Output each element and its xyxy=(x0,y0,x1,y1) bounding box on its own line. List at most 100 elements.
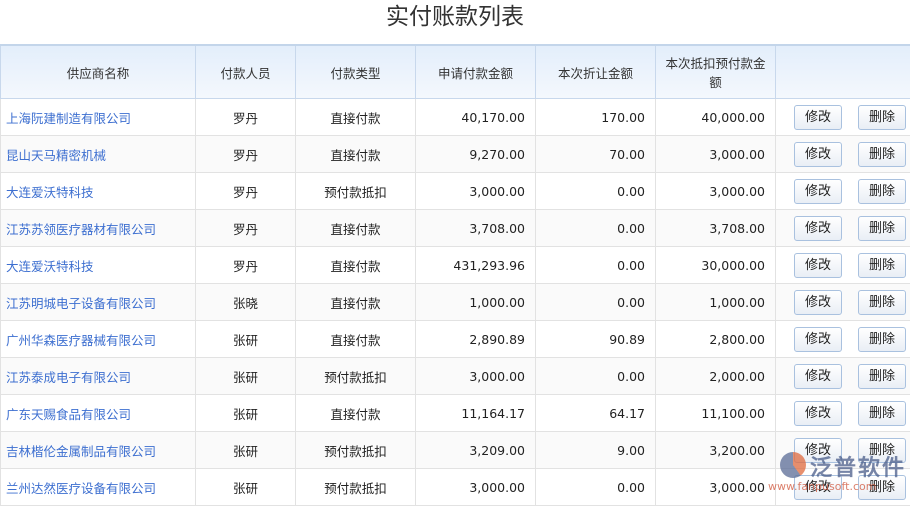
requested-amount-cell: 3,000.00 xyxy=(416,358,536,395)
payer-cell: 张研 xyxy=(196,469,296,506)
payment-type-cell: 预付款抵扣 xyxy=(296,469,416,506)
header-actions xyxy=(776,45,910,99)
table-row: 兰州达然医疗设备有限公司张研预付款抵扣3,000.000.003,000.00修… xyxy=(1,469,910,506)
supplier-link[interactable]: 昆山天马精密机械 xyxy=(1,136,196,173)
payment-type-cell: 直接付款 xyxy=(296,99,416,136)
payer-cell: 罗丹 xyxy=(196,210,296,247)
delete-button[interactable]: 删除 xyxy=(858,475,906,500)
supplier-link[interactable]: 江苏泰成电子有限公司 xyxy=(1,358,196,395)
requested-amount-cell: 1,000.00 xyxy=(416,284,536,321)
payer-cell: 罗丹 xyxy=(196,99,296,136)
actions-cell: 修改删除 xyxy=(776,210,910,247)
deducted-amount-cell: 11,100.00 xyxy=(656,395,776,432)
payment-type-cell: 直接付款 xyxy=(296,395,416,432)
edit-button[interactable]: 修改 xyxy=(794,216,842,241)
table-row: 大连爱沃特科技罗丹直接付款431,293.960.0030,000.00修改删除 xyxy=(1,247,910,284)
deducted-amount-cell: 3,200.00 xyxy=(656,432,776,469)
payer-cell: 张研 xyxy=(196,358,296,395)
table-row: 江苏泰成电子有限公司张研预付款抵扣3,000.000.002,000.00 修改删… xyxy=(1,358,910,395)
payment-type-cell: 预付款抵扣 xyxy=(296,358,416,395)
edit-button[interactable]: 修改 xyxy=(794,142,842,167)
payments-table: 供应商名称付款人员付款类型申请付款金额本次折让金额本次抵扣预付款金额 上海阮建制… xyxy=(0,44,910,506)
payment-type-cell: 直接付款 xyxy=(296,136,416,173)
header-requested: 申请付款金额 xyxy=(416,45,536,99)
table-row: 广州华森医疗器械有限公司张研直接付款2,890.8990.892,800.00修… xyxy=(1,321,910,358)
deducted-amount-cell: 3,000.00 xyxy=(656,173,776,210)
edit-button[interactable]: 修改 xyxy=(794,290,842,315)
header-payer: 付款人员 xyxy=(196,45,296,99)
payer-cell: 罗丹 xyxy=(196,173,296,210)
deducted-amount-cell: 3,000.00 xyxy=(656,469,776,506)
header-supplier: 供应商名称 xyxy=(1,45,196,99)
header-deducted: 本次抵扣预付款金额 xyxy=(656,45,776,99)
actions-cell: 修改删除 xyxy=(776,136,910,173)
actions-cell: 修改删除 xyxy=(776,99,910,136)
edit-button[interactable]: 修改 xyxy=(794,327,842,352)
payer-cell: 张晓 xyxy=(196,284,296,321)
actions-cell: 修改删除 xyxy=(776,432,910,469)
requested-amount-cell: 431,293.96 xyxy=(416,247,536,284)
payer-cell: 张研 xyxy=(196,432,296,469)
deducted-amount-cell: 30,000.00 xyxy=(656,247,776,284)
payment-type-cell: 预付款抵扣 xyxy=(296,432,416,469)
edit-button[interactable]: 修改 xyxy=(794,475,842,500)
table-row: 广东天赐食品有限公司张研直接付款11,164.1764.1711,100.00修… xyxy=(1,395,910,432)
discount-amount-cell: 0.00 xyxy=(536,358,656,395)
edit-button[interactable]: 修改 xyxy=(794,401,842,426)
header-discount: 本次折让金额 xyxy=(536,45,656,99)
table-row: 上海阮建制造有限公司罗丹直接付款40,170.00170.0040,000.00… xyxy=(1,99,910,136)
supplier-link[interactable]: 广东天赐食品有限公司 xyxy=(1,395,196,432)
delete-button[interactable]: 删除 xyxy=(858,401,906,426)
delete-button[interactable]: 删除 xyxy=(858,253,906,278)
actions-cell: 修改删除 xyxy=(776,173,910,210)
requested-amount-cell: 2,890.89 xyxy=(416,321,536,358)
discount-amount-cell: 0.00 xyxy=(536,284,656,321)
delete-button[interactable]: 删除 xyxy=(858,105,906,130)
discount-amount-cell: 0.00 xyxy=(536,469,656,506)
delete-button[interactable]: 删除 xyxy=(858,290,906,315)
discount-amount-cell: 90.89 xyxy=(536,321,656,358)
actions-cell: 修改删除 xyxy=(776,321,910,358)
discount-amount-cell: 9.00 xyxy=(536,432,656,469)
actions-cell: 修改删除 xyxy=(776,247,910,284)
payment-type-cell: 直接付款 xyxy=(296,247,416,284)
supplier-link[interactable]: 上海阮建制造有限公司 xyxy=(1,99,196,136)
supplier-link[interactable]: 江苏明城电子设备有限公司 xyxy=(1,284,196,321)
delete-button[interactable]: 删除 xyxy=(858,179,906,204)
supplier-link[interactable]: 大连爱沃特科技 xyxy=(1,173,196,210)
deducted-amount-cell: 3,000.00 xyxy=(656,136,776,173)
discount-amount-cell: 64.17 xyxy=(536,395,656,432)
payment-type-cell: 直接付款 xyxy=(296,284,416,321)
header-type: 付款类型 xyxy=(296,45,416,99)
delete-button[interactable]: 删除 xyxy=(858,216,906,241)
supplier-link[interactable]: 广州华森医疗器械有限公司 xyxy=(1,321,196,358)
actions-cell: 修改删除 xyxy=(776,284,910,321)
delete-button[interactable]: 删除 xyxy=(858,142,906,167)
delete-button[interactable]: 删除 xyxy=(858,364,906,389)
edit-button[interactable]: 修改 xyxy=(794,179,842,204)
supplier-link[interactable]: 江苏苏领医疗器材有限公司 xyxy=(1,210,196,247)
supplier-link[interactable]: 兰州达然医疗设备有限公司 xyxy=(1,469,196,506)
requested-amount-cell: 3,708.00 xyxy=(416,210,536,247)
edit-button[interactable]: 修改 xyxy=(794,438,842,463)
deducted-amount-cell: 3,708.00 xyxy=(656,210,776,247)
actions-cell: 修改删除 xyxy=(776,395,910,432)
payer-cell: 罗丹 xyxy=(196,136,296,173)
edit-button[interactable]: 修改 xyxy=(794,364,842,389)
table-row: 江苏明城电子设备有限公司张晓直接付款1,000.000.001,000.00修改… xyxy=(1,284,910,321)
delete-button[interactable]: 删除 xyxy=(858,438,906,463)
edit-button[interactable]: 修改 xyxy=(794,105,842,130)
payer-cell: 罗丹 xyxy=(196,247,296,284)
discount-amount-cell: 0.00 xyxy=(536,173,656,210)
requested-amount-cell: 3,000.00 xyxy=(416,173,536,210)
edit-button[interactable]: 修改 xyxy=(794,253,842,278)
deducted-amount-cell: 2,000.00 xyxy=(656,358,776,395)
supplier-link[interactable]: 大连爱沃特科技 xyxy=(1,247,196,284)
supplier-link[interactable]: 吉林楷伦金属制品有限公司 xyxy=(1,432,196,469)
delete-button[interactable]: 删除 xyxy=(858,327,906,352)
requested-amount-cell: 3,209.00 xyxy=(416,432,536,469)
payment-type-cell: 直接付款 xyxy=(296,321,416,358)
deducted-amount-cell: 2,800.00 xyxy=(656,321,776,358)
table-row: 江苏苏领医疗器材有限公司罗丹直接付款3,708.000.003,708.00修改… xyxy=(1,210,910,247)
payer-cell: 张研 xyxy=(196,395,296,432)
